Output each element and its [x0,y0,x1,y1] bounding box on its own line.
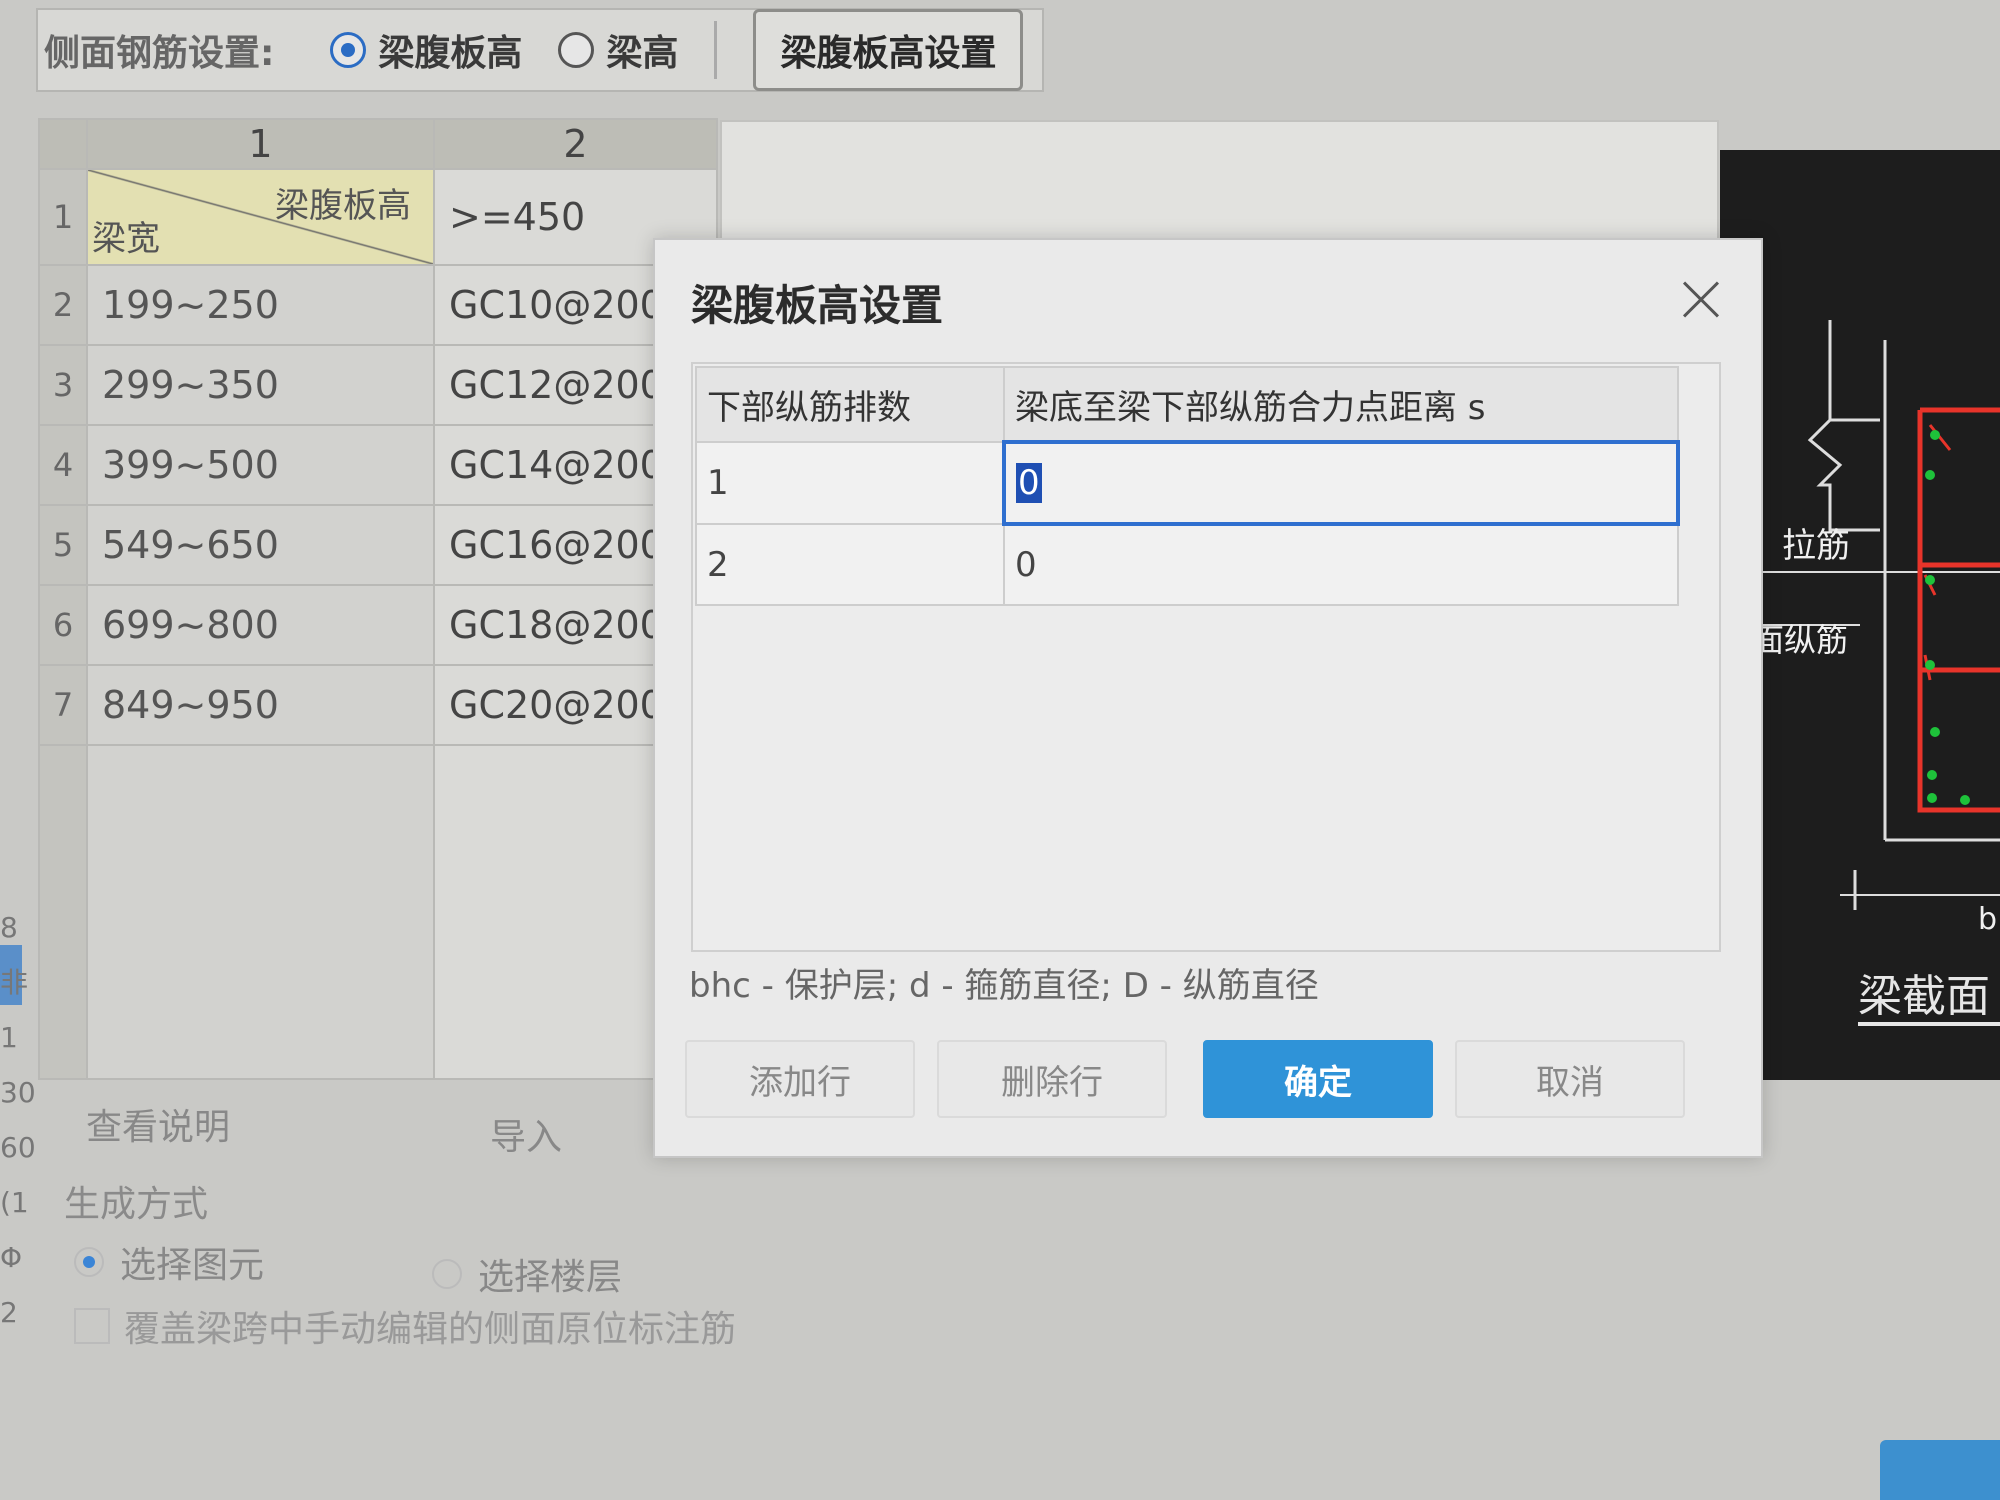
beam-section-caption: 梁截面 [1858,971,1990,1022]
grid-row-number[interactable]: 3 [38,344,88,426]
grid-empty-rowno [38,744,88,1080]
diag-top-label: 梁腹板高 [275,186,411,226]
close-icon[interactable] [1681,280,1721,320]
column-header-distance[interactable]: 梁底至梁下部纵筋合力点距离 s [1003,366,1679,443]
side-rebar-toolbar: 侧面钢筋设置: 梁腹板高 梁高 梁腹板高设置 [36,8,1044,92]
distance-input-cell[interactable]: 0 [1002,440,1680,526]
radio-unchecked-icon [432,1259,462,1289]
grid-cell[interactable]: 199~250 [86,264,435,346]
edge-text: (1 [0,1186,29,1219]
radio-checked-icon [74,1247,104,1277]
table-row: 1 0 [695,440,1680,526]
caption-underline [1858,1022,2000,1026]
cancel-button[interactable]: 取消 [1455,1040,1685,1118]
edge-text: 8 [0,911,18,944]
grid-row-number[interactable]: 6 [38,584,88,666]
background-panel [720,120,1719,254]
dialog-table-panel: 下部纵筋排数 梁底至梁下部纵筋合力点距离 s 1 0 2 0 [691,362,1721,952]
grid-cell[interactable]: 549~650 [86,504,435,586]
rebar-grid: 1 2 1 梁腹板高 梁宽 >=450 2 199~250 GC10@200 3… [38,118,718,1080]
edge-text: 1 [0,1021,18,1054]
grid-row-number[interactable]: 5 [38,504,88,586]
edge-text: Φ [0,1241,23,1274]
edge-text: 60 [0,1131,36,1164]
left-edge-text: 8 非 1 30 60 (1 Φ 2 [0,900,36,1340]
dialog-title: 梁腹板高设置 [691,281,944,330]
row-count-cell[interactable]: 2 [695,523,1005,606]
radio-checked-icon [330,32,367,68]
edge-text: 2 [0,1296,18,1329]
diag-bottom-label: 梁宽 [92,219,160,259]
label-tie-rebar: 拉筋 [1782,526,1850,566]
radio-beam-height[interactable]: 梁高 [558,24,678,76]
grid-row-number[interactable]: 1 [38,168,88,266]
table-row: 2 0 [695,523,1679,606]
edge-text: 30 [0,1076,36,1109]
ok-button[interactable]: 确定 [1203,1040,1433,1118]
grid-cell[interactable]: 399~500 [86,424,435,506]
side-rebar-label: 侧面钢筋设置: [44,33,275,74]
grid-row-number[interactable]: 2 [38,264,88,346]
edge-text: 非 [0,966,29,999]
checkbox-icon [74,1308,110,1344]
column-header-rows[interactable]: 下部纵筋排数 [695,366,1005,443]
view-description-button[interactable]: 查看说明 [86,1098,230,1150]
option-select-floor-label: 选择楼层 [478,1257,623,1298]
grid-row-number[interactable]: 7 [38,664,88,746]
grid-cell[interactable]: 299~350 [86,344,435,426]
option-select-element[interactable]: 选择图元 [74,1236,264,1288]
web-height-setting-button[interactable]: 梁腹板高设置 [753,9,1024,91]
option-select-floor[interactable]: 选择楼层 [432,1248,622,1300]
longitudinal-rebar-table: 下部纵筋排数 梁底至梁下部纵筋合力点距离 s 1 0 2 0 [695,366,1680,606]
import-button[interactable]: 导入 [490,1108,562,1160]
radio-web-height[interactable]: 梁腹板高 [330,24,522,76]
corner-confirm-button[interactable] [1880,1440,2000,1500]
grid-empty-area [86,744,435,1080]
radio-beam-height-label: 梁高 [606,33,679,74]
override-manual-rebar-checkbox[interactable]: 覆盖梁跨中手动编辑的侧面原位标注筋 [74,1300,736,1352]
grid-col-header-2[interactable]: 2 [433,118,718,170]
option-select-element-label: 选择图元 [120,1245,265,1286]
radio-web-height-label: 梁腹板高 [378,33,523,74]
web-height-setting-dialog: 梁腹板高设置 下部纵筋排数 梁底至梁下部纵筋合力点距离 s 1 0 2 0 bh… [653,238,1763,1158]
selected-value[interactable]: 0 [1016,463,1042,503]
grid-cell[interactable]: 699~800 [86,584,435,666]
delete-row-button[interactable]: 删除行 [937,1040,1167,1118]
radio-unchecked-icon [558,32,595,68]
legend-note: bhc - 保护层; d - 箍筋直径; D - 纵筋直径 [689,966,1319,1006]
grid-diagonal-header: 梁腹板高 梁宽 [86,168,435,266]
grid-cell[interactable]: 849~950 [86,664,435,746]
add-row-button[interactable]: 添加行 [685,1040,915,1118]
grid-col-header-1[interactable]: 1 [86,118,435,170]
distance-cell[interactable]: 0 [1003,523,1679,606]
row-count-cell[interactable]: 1 [695,441,1005,525]
grid-corner [38,118,88,170]
override-checkbox-label: 覆盖梁跨中手动编辑的侧面原位标注筋 [124,1309,737,1350]
grid-row-number[interactable]: 4 [38,424,88,506]
label-width-b: b [1978,902,1998,937]
toolbar-divider [714,21,718,79]
generation-mode-label: 生成方式 [64,1184,209,1225]
